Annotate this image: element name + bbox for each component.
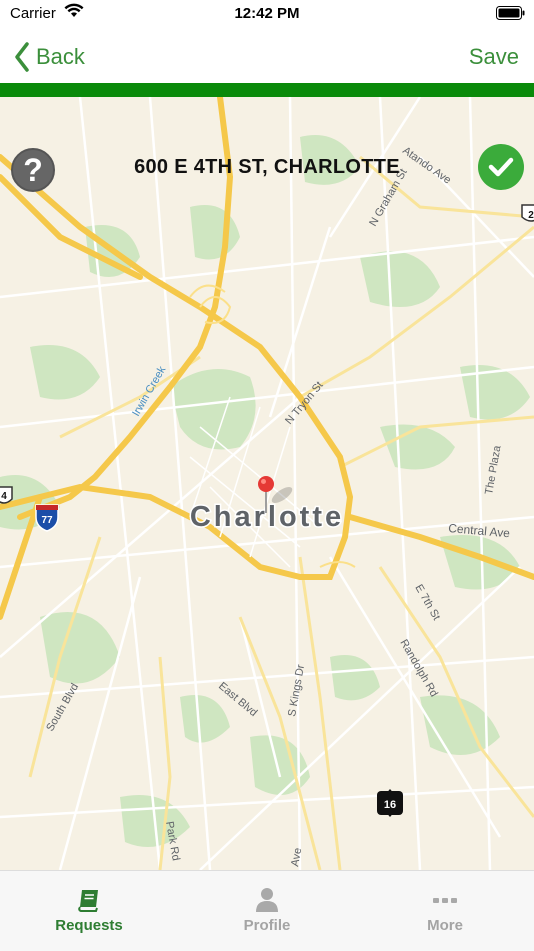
left-edge-shield-number: 4 [1,491,7,502]
map-view[interactable]: Atando Ave N Graham St N Tryon St Irwin … [0,97,534,870]
interstate-shield: 77 [35,504,59,532]
chevron-left-icon [15,42,29,72]
back-button[interactable]: Back [14,40,85,74]
save-button[interactable]: Save [469,44,519,70]
street-label-ave: Ave [289,847,304,868]
clock: 12:42 PM [234,5,300,22]
interstate-shield-number: 77 [41,515,53,526]
navigation-bar: Back Save [0,30,534,83]
left-edge-shield: 4 [0,486,13,504]
right-edge-shield-number: 2 [528,210,534,221]
street-label-south-blvd: South Blvd [44,681,81,733]
street-label-e7th: E 7th St [412,583,442,623]
back-label: Back [36,44,85,69]
battery-icon [496,6,525,20]
status-bar: Carrier 12:42 PM [0,0,534,30]
book-icon [78,890,98,912]
tab-profile-label: Profile [243,917,291,934]
tab-profile[interactable]: Profile [178,871,356,951]
state-route-shield-number: 16 [384,799,396,811]
street-label-plaza: The Plaza [483,444,504,496]
street-label-s-kings: S Kings Dr [286,663,307,717]
map-canvas: Atando Ave N Graham St N Tryon St Irwin … [0,97,534,870]
ellipsis-icon [433,898,457,903]
tab-more[interactable]: More [356,871,534,951]
confirm-location-button[interactable] [478,144,524,190]
checkmark-icon [488,157,514,177]
header-accent-bar [0,83,534,97]
right-edge-shield: 2 [521,204,534,222]
tab-requests[interactable]: Requests [0,871,178,951]
person-icon [256,888,278,912]
tab-more-label: More [427,917,463,934]
address-label: 600 E 4TH ST, CHARLOTTE [134,156,400,178]
tab-bar: Requests Profile More [0,870,534,951]
tab-requests-label: Requests [55,917,123,934]
state-route-shield: 16 [377,789,403,817]
